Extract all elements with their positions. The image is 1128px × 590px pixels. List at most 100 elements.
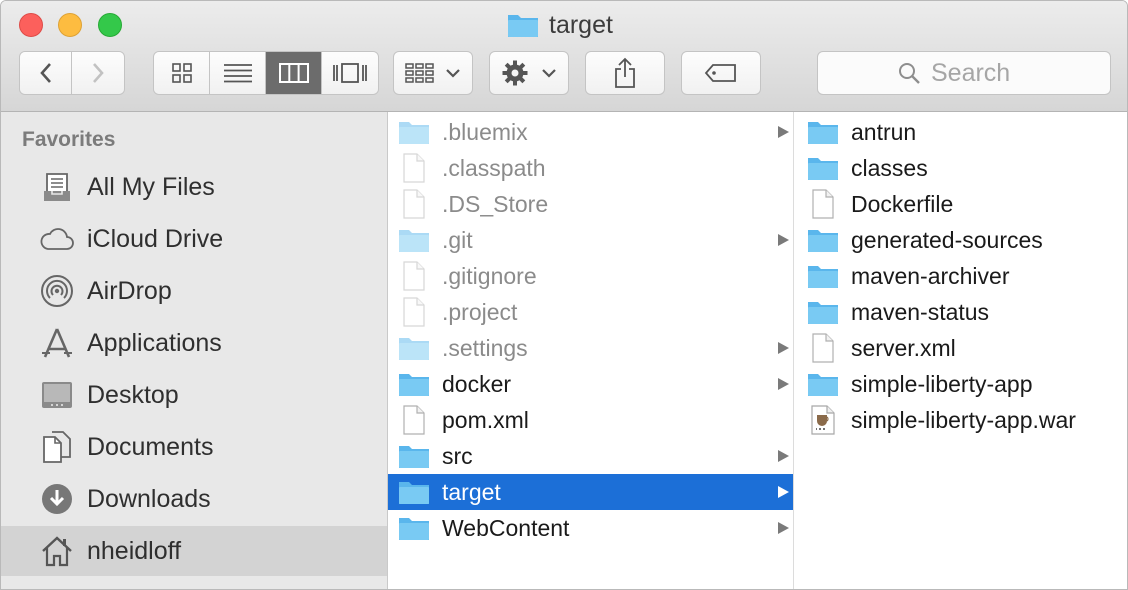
list-item[interactable]: .gitignore: [388, 258, 793, 294]
list-item[interactable]: simple-liberty-app: [794, 366, 1127, 402]
cover-flow-view-button[interactable]: [322, 52, 378, 94]
list-item[interactable]: .settings: [388, 330, 793, 366]
sidebar-item-documents[interactable]: Documents: [1, 422, 387, 472]
list-item[interactable]: src: [388, 438, 793, 474]
back-button[interactable]: [20, 52, 72, 94]
search-field[interactable]: [817, 51, 1111, 95]
list-item[interactable]: pom.xml: [388, 402, 793, 438]
column-view-button[interactable]: [266, 52, 322, 94]
list-item[interactable]: .bluemix: [388, 114, 793, 150]
file-name: .settings: [442, 334, 528, 361]
home-icon: [38, 532, 76, 570]
folder-icon: [397, 369, 431, 399]
folder-icon: [397, 441, 431, 471]
finder-window: target Search Favorites All My Files iCl…: [0, 0, 1128, 590]
folder-icon: [397, 117, 431, 147]
list-item-selected[interactable]: target: [388, 474, 793, 510]
file-name: maven-status: [851, 298, 990, 325]
sidebar-header: Favorites: [22, 128, 116, 151]
document-icon: [806, 189, 840, 219]
document-icon: [397, 405, 431, 435]
tags-button[interactable]: [681, 51, 761, 95]
list-item[interactable]: maven-archiver: [794, 258, 1127, 294]
folder-icon: [397, 477, 431, 507]
sidebar-item-nheidloff[interactable]: nheidloff: [1, 526, 387, 576]
share-button[interactable]: [585, 51, 665, 95]
minimize-button[interactable]: [58, 13, 82, 37]
forward-button[interactable]: [72, 52, 124, 94]
list-item[interactable]: maven-status: [794, 294, 1127, 330]
list-item[interactable]: WebContent: [388, 510, 793, 546]
chevron-down-icon: [542, 69, 556, 78]
chevron-down-icon: [446, 69, 460, 78]
sidebar-item-icloud-drive[interactable]: iCloud Drive: [1, 214, 387, 264]
list-item[interactable]: .DS_Store: [388, 186, 793, 222]
file-name: target: [442, 478, 501, 505]
column-project: .bluemix .classpath .DS_Store .git .giti…: [388, 112, 794, 589]
disclosure-arrow-icon: [778, 342, 789, 354]
list-item[interactable]: simple-liberty-app.war: [794, 402, 1127, 438]
documents-icon: [38, 428, 76, 466]
sidebar-item-all-my-files[interactable]: All My Files: [1, 162, 387, 212]
list-item[interactable]: .git: [388, 222, 793, 258]
downloads-icon: [38, 480, 76, 518]
disclosure-arrow-icon: [778, 234, 789, 246]
action-button[interactable]: [489, 51, 569, 95]
folder-icon: [397, 513, 431, 543]
file-name: .git: [442, 226, 473, 253]
document-icon: [806, 333, 840, 363]
sidebar-item-label: All My Files: [87, 172, 215, 201]
folder-icon: [806, 369, 840, 399]
close-button[interactable]: [19, 13, 43, 37]
airdrop-icon: [38, 272, 76, 310]
sidebar-item-applications[interactable]: Applications: [1, 318, 387, 368]
list-view-button[interactable]: [210, 52, 266, 94]
title-bar: target: [1, 1, 1127, 112]
list-item[interactable]: generated-sources: [794, 222, 1127, 258]
file-name: pom.xml: [442, 406, 529, 433]
cover-flow-icon: [333, 63, 367, 83]
sidebar-item-label: nheidloff: [87, 536, 182, 565]
folder-icon: [806, 153, 840, 183]
list-item[interactable]: classes: [794, 150, 1127, 186]
window-title: target: [507, 9, 613, 41]
arrange-button[interactable]: [393, 51, 473, 95]
disclosure-arrow-icon: [778, 450, 789, 462]
list-icon: [223, 64, 252, 83]
sidebar-item-airdrop[interactable]: AirDrop: [1, 266, 387, 316]
list-item[interactable]: server.xml: [794, 330, 1127, 366]
icon-view-button[interactable]: [154, 52, 210, 94]
nav-buttons: [19, 51, 125, 95]
file-name: maven-archiver: [851, 262, 1010, 289]
folder-icon: [397, 225, 431, 255]
document-icon: [397, 297, 431, 327]
file-name: simple-liberty-app: [851, 370, 1033, 397]
list-item[interactable]: docker: [388, 366, 793, 402]
chevron-left-icon: [39, 63, 51, 83]
applications-icon: [38, 324, 76, 362]
zoom-button[interactable]: [98, 13, 122, 37]
tag-icon: [704, 64, 736, 82]
chevron-right-icon: [93, 63, 104, 83]
list-item[interactable]: .classpath: [388, 150, 793, 186]
all-my-files-icon: [38, 168, 76, 206]
list-item[interactable]: Dockerfile: [794, 186, 1127, 222]
column-target: antrun classes Dockerfile generated-sour…: [794, 112, 1127, 589]
sidebar-item-desktop[interactable]: Desktop: [1, 370, 387, 420]
list-item[interactable]: antrun: [794, 114, 1127, 150]
folder-icon: [806, 297, 840, 327]
file-name: antrun: [851, 118, 917, 145]
folder-icon: [806, 261, 840, 291]
file-name: simple-liberty-app.war: [851, 406, 1076, 433]
file-name: .gitignore: [442, 262, 537, 289]
sidebar-item-downloads[interactable]: Downloads: [1, 474, 387, 524]
file-name: .bluemix: [442, 118, 528, 145]
file-name: .classpath: [442, 154, 546, 181]
jar-file-icon: [806, 405, 840, 435]
search-input[interactable]: [931, 58, 1031, 88]
list-item[interactable]: .project: [388, 294, 793, 330]
sidebar-item-label: Downloads: [87, 484, 211, 513]
document-icon: [397, 261, 431, 291]
folder-icon: [806, 225, 840, 255]
icloud-icon: [38, 220, 76, 258]
